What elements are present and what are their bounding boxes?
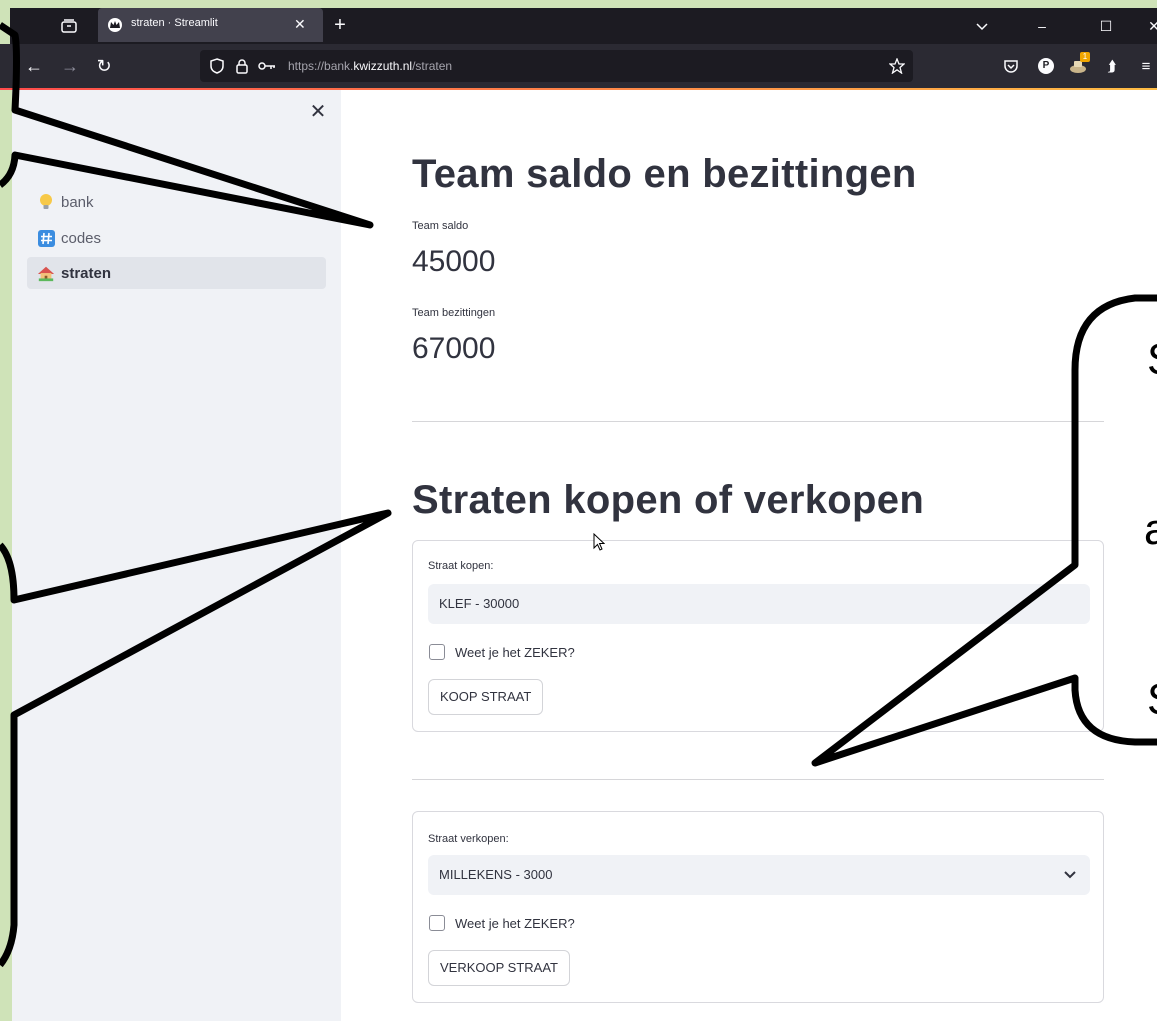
speech-bubble-top-left	[0, 22, 374, 229]
bubble-letter: S	[1147, 338, 1157, 382]
speech-bubble-middle-left	[0, 509, 392, 968]
speech-bubble-overlay	[0, 22, 1157, 968]
speech-bubble-right	[811, 294, 1157, 767]
bubble-letter: S	[1147, 678, 1157, 722]
bubble-letter: a	[1144, 505, 1157, 554]
